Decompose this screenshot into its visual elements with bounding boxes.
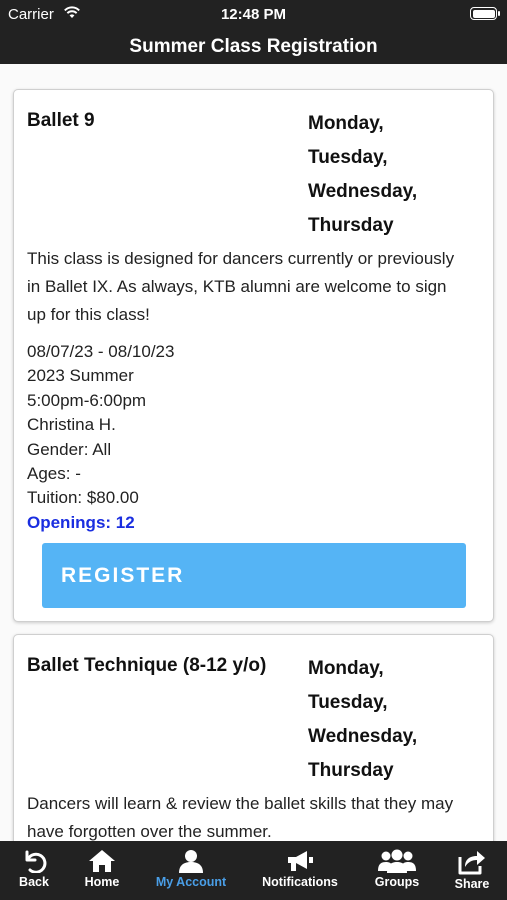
class-dates: 08/07/23 - 08/10/23	[27, 342, 175, 361]
class-gender: Gender: All	[27, 439, 112, 459]
class-day: Tuesday,	[308, 147, 388, 168]
class-ages: Ages: -	[27, 464, 81, 484]
tab-groups[interactable]: Groups	[366, 841, 428, 900]
page-title: Summer Class Registration	[0, 30, 507, 64]
tab-label: Back	[19, 875, 49, 889]
class-days: Monday, Tuesday, Wednesday, Thursday	[308, 652, 417, 788]
tab-label: My Account	[155, 875, 227, 889]
class-tuition: Tuition: $80.00	[27, 488, 139, 508]
tab-label: Groups	[374, 875, 420, 889]
tab-label: Share	[454, 877, 490, 891]
class-description: Dancers will learn & review the ballet s…	[27, 794, 454, 841]
account-icon	[179, 850, 203, 873]
tab-back[interactable]: Back	[4, 841, 64, 900]
home-icon	[89, 850, 115, 872]
tab-my-account[interactable]: My Account	[148, 841, 234, 900]
class-description: This class is designed for dancers curre…	[27, 249, 455, 324]
class-time: 5:00pm-6:00pm	[27, 390, 147, 410]
class-day: Wednesday,	[308, 181, 418, 202]
class-openings: Openings: 12	[27, 512, 135, 532]
clock: 12:48 PM	[220, 6, 287, 23]
class-days: Monday, Tuesday, Wednesday, Thursday	[308, 107, 417, 243]
class-name: Ballet Technique (8-12 y/o)	[27, 655, 267, 676]
battery-icon	[470, 7, 500, 20]
share-icon	[458, 851, 485, 875]
class-day: Tuesday,	[308, 692, 388, 713]
tab-notifications[interactable]: Notifications	[255, 841, 345, 900]
back-arrow-icon	[25, 850, 47, 873]
status-bar: Carrier 12:48 PM	[0, 0, 507, 30]
class-instructor: Christina H.	[27, 415, 116, 435]
groups-icon	[378, 849, 416, 873]
tab-label: Notifications	[262, 875, 338, 889]
class-card: Ballet 9 Monday, Tuesday, Wednesday, Thu…	[13, 89, 494, 622]
class-card: Ballet Technique (8-12 y/o) Monday, Tues…	[13, 634, 494, 841]
class-day: Monday,	[308, 658, 384, 679]
class-day: Thursday	[308, 760, 394, 781]
class-details: 08/07/23 - 08/10/23 2023 Summer 5:00pm-6…	[27, 340, 174, 535]
class-day: Wednesday,	[308, 726, 418, 747]
tab-share[interactable]: Share	[442, 841, 502, 900]
class-session: 2023 Summer	[27, 366, 134, 386]
tab-label: Home	[84, 875, 120, 889]
megaphone-icon	[288, 851, 313, 871]
register-button[interactable]: REGISTER	[42, 543, 466, 608]
tab-bar: Back Home My Account Notifications Group…	[0, 841, 507, 900]
class-name: Ballet 9	[27, 110, 95, 131]
class-day: Monday,	[308, 113, 384, 134]
tab-home[interactable]: Home	[72, 841, 132, 900]
class-day: Thursday	[308, 215, 394, 236]
class-list[interactable]: Ballet 9 Monday, Tuesday, Wednesday, Thu…	[0, 64, 507, 841]
